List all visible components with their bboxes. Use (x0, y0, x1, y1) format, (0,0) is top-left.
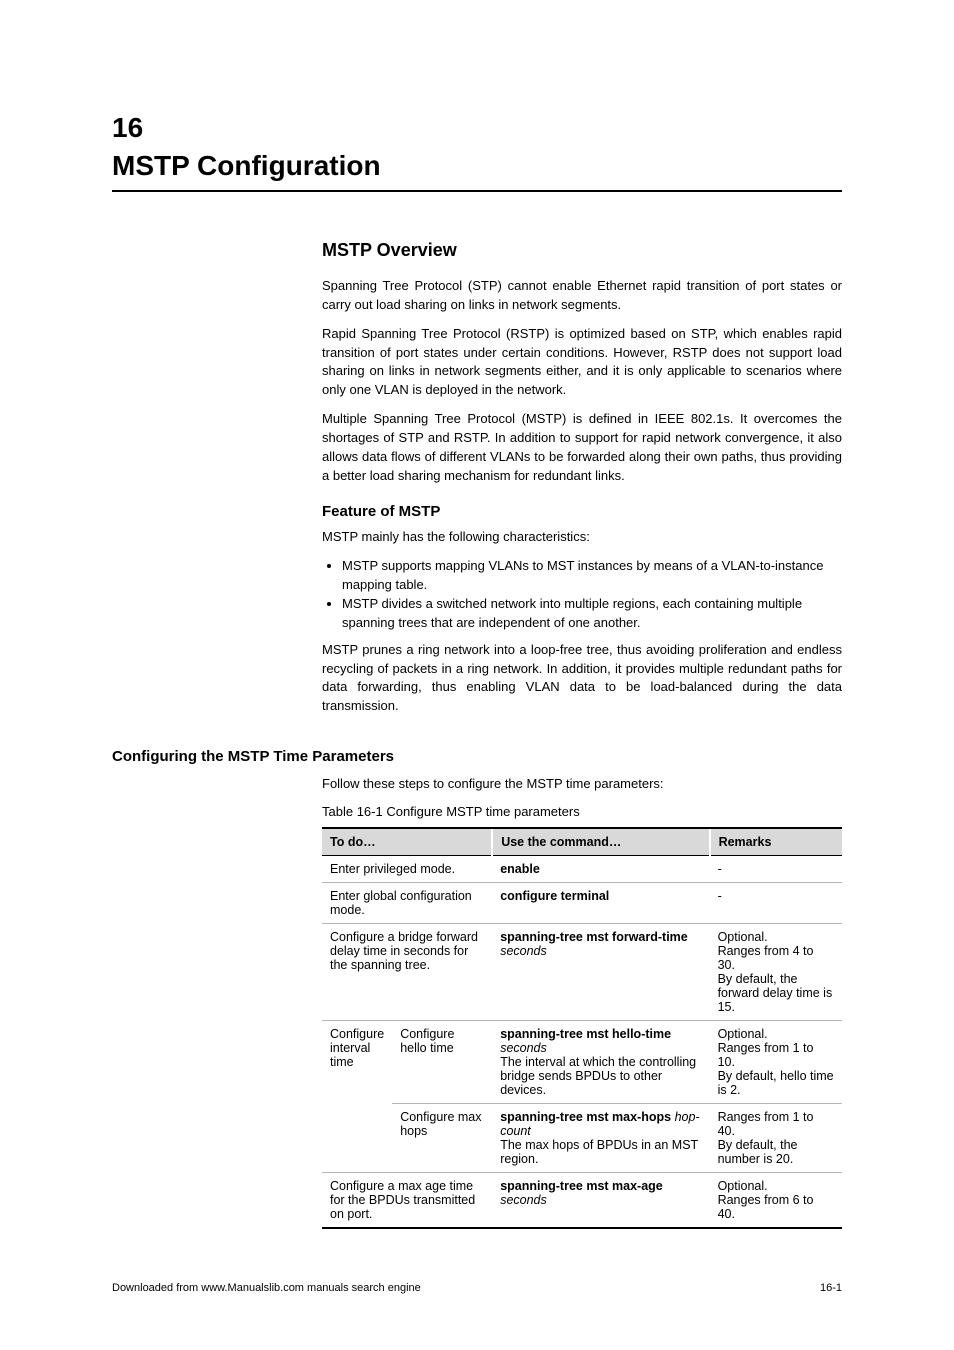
footer-left: Downloaded from www.Manualslib.com manua… (112, 1282, 421, 1294)
config-section-title: Configuring the MSTP Time Parameters (112, 748, 842, 765)
col-todo: To do… (322, 828, 492, 856)
cell-todo: Configure a max age time for the BPDUs t… (322, 1172, 492, 1228)
cmd-arg: seconds (500, 944, 547, 958)
page-footer: Downloaded from www.Manualslib.com manua… (112, 1282, 842, 1294)
table-row: Configure a bridge forward delay time in… (322, 923, 842, 1020)
cell-todo: Enter privileged mode. (322, 855, 492, 882)
cell-remarks: Optional.Ranges from 4 to 30.By default,… (710, 923, 842, 1020)
footer-page-number: 16-1 (820, 1282, 842, 1294)
chapter-label: 16 (112, 112, 842, 144)
cell-todo: Configure a bridge forward delay time in… (322, 923, 492, 1020)
table-row: Configure interval time Configure hello … (322, 1020, 842, 1103)
cell-cmd: spanning-tree mst max-age seconds (492, 1172, 709, 1228)
overview-para3: Multiple Spanning Tree Protocol (MSTP) i… (322, 410, 842, 485)
cell-remarks: Optional.Ranges from 1 to 10.By default,… (710, 1020, 842, 1103)
cmd-desc: The max hops of BPDUs in an MST region. (500, 1138, 698, 1166)
cell-cmd: enable (492, 855, 709, 882)
cell-cmd: spanning-tree mst forward-time seconds (492, 923, 709, 1020)
cell-sub-label: Configure hello time (392, 1020, 492, 1103)
cmd-desc: The interval at which the controlling br… (500, 1055, 696, 1097)
table-row: Enter privileged mode. enable - (322, 855, 842, 882)
table-row: Configure max hops spanning-tree mst max… (322, 1103, 842, 1172)
cell-cmd: spanning-tree mst max-hops hop-count The… (492, 1103, 709, 1172)
cmd-arg: seconds (500, 1041, 547, 1055)
col-remarks: Remarks (710, 828, 842, 856)
cell-cmd: configure terminal (492, 882, 709, 923)
config-intro: Follow these steps to configure the MSTP… (322, 775, 842, 794)
table-row: Configure a max age time for the BPDUs t… (322, 1172, 842, 1228)
chapter-rule (112, 190, 842, 192)
table-header-row: To do… Use the command… Remarks (322, 828, 842, 856)
col-command: Use the command… (492, 828, 709, 856)
cmd-arg: seconds (500, 1193, 547, 1207)
feature-bullet-2: MSTP divides a switched network into mul… (342, 595, 842, 633)
feature-heading: Feature of MSTP (322, 503, 842, 520)
table-caption: Table 16-1 Configure MSTP time parameter… (322, 804, 842, 819)
overview-heading: MSTP Overview (322, 240, 842, 261)
overview-para2: Rapid Spanning Tree Protocol (RSTP) is o… (322, 325, 842, 400)
feature-para2: MSTP prunes a ring network into a loop-f… (322, 641, 842, 716)
table-row: Enter global configuration mode. configu… (322, 882, 842, 923)
mstp-time-table: To do… Use the command… Remarks Enter pr… (322, 827, 842, 1229)
cell-remarks: - (710, 882, 842, 923)
overview-para1: Spanning Tree Protocol (STP) cannot enab… (322, 277, 842, 315)
feature-bullet-1: MSTP supports mapping VLANs to MST insta… (342, 557, 842, 595)
cell-remarks: - (710, 855, 842, 882)
feature-bullets: MSTP supports mapping VLANs to MST insta… (322, 557, 842, 632)
chapter-title: MSTP Configuration (112, 150, 842, 182)
cell-group-label: Configure interval time (322, 1020, 392, 1172)
cell-todo: Enter global configuration mode. (322, 882, 492, 923)
feature-intro: MSTP mainly has the following characteri… (322, 528, 842, 547)
cell-cmd: spanning-tree mst hello-time seconds The… (492, 1020, 709, 1103)
cell-remarks: Ranges from 1 to 40.By default, the numb… (710, 1103, 842, 1172)
cell-sub-label: Configure max hops (392, 1103, 492, 1172)
cell-remarks: Optional.Ranges from 6 to 40. (710, 1172, 842, 1228)
